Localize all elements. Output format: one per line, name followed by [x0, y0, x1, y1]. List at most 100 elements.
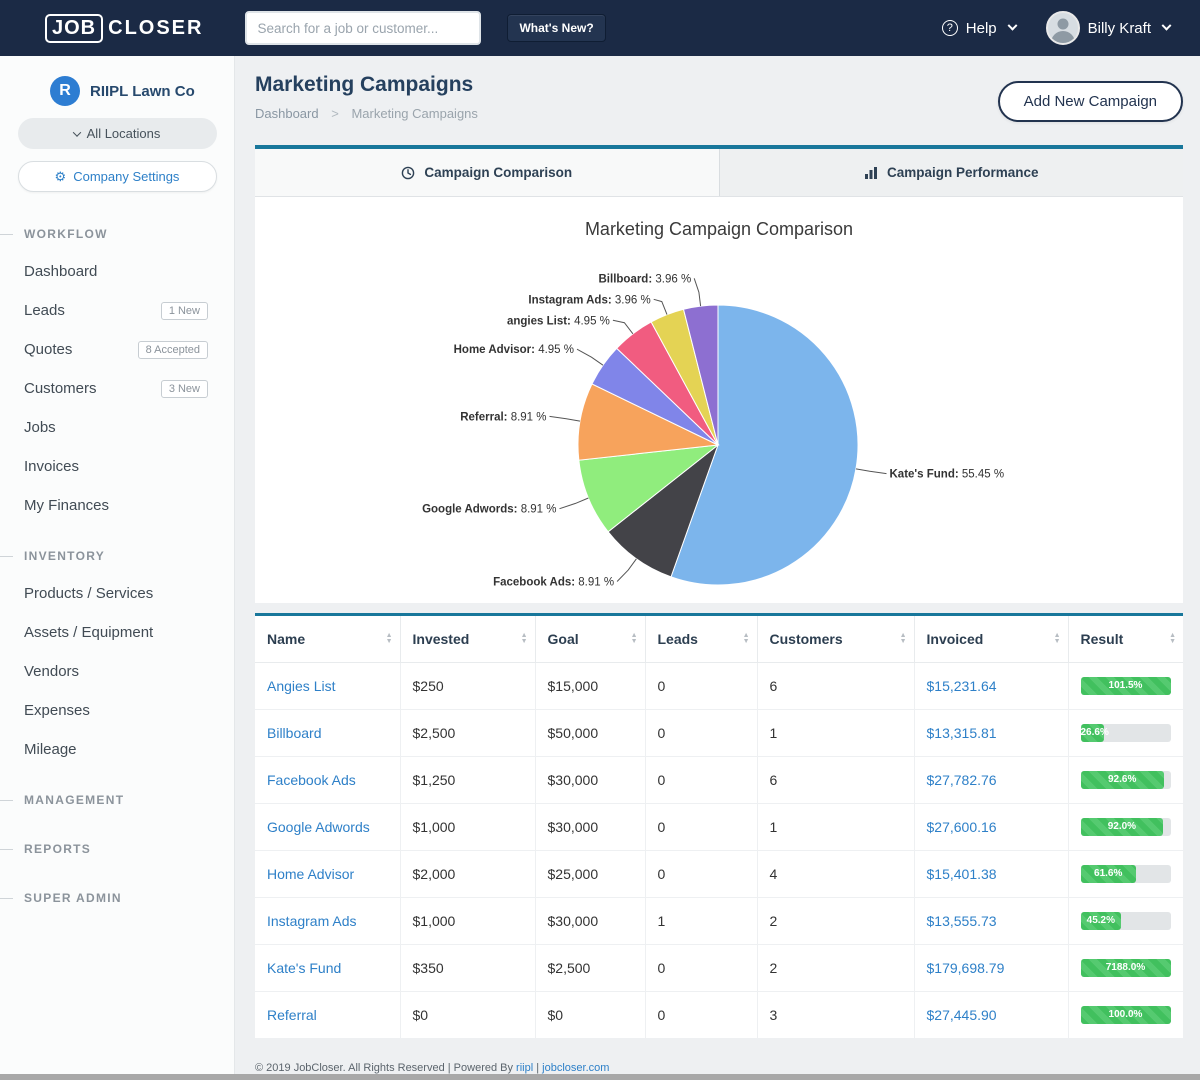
sidebar-section-management[interactable]: MANAGEMENT — [0, 782, 234, 818]
user-menu[interactable]: Billy Kraft — [1046, 11, 1170, 45]
sort-icon[interactable]: ▲▼ — [900, 633, 907, 645]
invoiced-amount-link[interactable]: $13,555.73 — [927, 913, 997, 929]
invoiced-amount-link[interactable]: $15,231.64 — [927, 678, 997, 694]
sidebar-item-vendors[interactable]: Vendors — [0, 652, 234, 691]
cell-result: 61.6% — [1068, 851, 1183, 898]
campaign-table: Name▲▼Invested▲▼Goal▲▼Leads▲▼ Customers ▲▼… — [255, 616, 1183, 1039]
pie-label-connector — [560, 498, 589, 509]
cell-result: 92.0% — [1068, 804, 1183, 851]
cell-name: Google Adwords — [255, 804, 400, 851]
cell-leads: 0 — [645, 710, 757, 757]
campaign-name-link[interactable]: Google Adwords — [267, 819, 370, 835]
column-header-result[interactable]: Result▲▼ — [1068, 616, 1183, 663]
riipl-link[interactable]: riipl — [516, 1062, 533, 1074]
sidebar-item-customers[interactable]: Customers3 New — [0, 369, 234, 408]
invoiced-amount-link[interactable]: $13,315.81 — [927, 725, 997, 741]
result-progress-bar: 61.6% — [1081, 865, 1171, 883]
campaign-name-link[interactable]: Facebook Ads — [267, 772, 356, 788]
cell-name: Angies List — [255, 663, 400, 710]
result-progress-fill: 7188.0% — [1081, 959, 1171, 977]
sidebar-item-products-services[interactable]: Products / Services — [0, 574, 234, 613]
sidebar-item-my-finances[interactable]: My Finances — [0, 486, 234, 525]
sort-icon[interactable]: ▲▼ — [631, 633, 638, 645]
sidebar-item-jobs[interactable]: Jobs — [0, 408, 234, 447]
invoiced-amount-link[interactable]: $27,600.16 — [927, 819, 997, 835]
company-name: RIIPL Lawn Co — [90, 83, 195, 100]
column-header-goal[interactable]: Goal▲▼ — [535, 616, 645, 663]
company-logo: R — [50, 76, 80, 106]
cell-invoiced: $179,698.79 — [914, 945, 1068, 992]
sort-icon[interactable]: ▲▼ — [1169, 633, 1176, 645]
pie-label-facebook-ads: Facebook Ads: 8.91 % — [493, 577, 614, 589]
cell-invoiced: $27,782.76 — [914, 757, 1068, 804]
help-icon: ? — [942, 20, 958, 36]
campaign-name-link[interactable]: Billboard — [267, 725, 321, 741]
company-settings-label: Company Settings — [73, 169, 179, 184]
app-root: JOB CLOSER What's New? ? Help Billy Kraf… — [0, 0, 1200, 1074]
company-settings-button[interactable]: ⚙ Company Settings — [18, 161, 217, 192]
sort-icon[interactable]: ▲▼ — [386, 633, 393, 645]
sort-icon[interactable]: ▲▼ — [1054, 633, 1061, 645]
cell-leads: 0 — [645, 945, 757, 992]
sidebar-section-super-admin[interactable]: SUPER ADMIN — [0, 880, 234, 916]
help-menu[interactable]: ? Help — [942, 20, 1016, 37]
campaign-name-link[interactable]: Instagram Ads — [267, 913, 357, 929]
sidebar-section-reports[interactable]: REPORTS — [0, 831, 234, 867]
chevron-down-icon — [72, 128, 80, 136]
cell-name: Instagram Ads — [255, 898, 400, 945]
sidebar-section-inventory[interactable]: INVENTORY — [0, 538, 234, 574]
whats-new-button[interactable]: What's New? — [507, 14, 605, 42]
tab-campaign-comparison[interactable]: Campaign Comparison — [255, 149, 719, 196]
result-progress-bar: 92.6% — [1081, 771, 1171, 789]
campaign-name-link[interactable]: Referral — [267, 1007, 317, 1023]
sidebar-item-assets-equipment[interactable]: Assets / Equipment — [0, 613, 234, 652]
sidebar-item-invoices[interactable]: Invoices — [0, 447, 234, 486]
campaign-name-link[interactable]: Kate's Fund — [267, 960, 341, 976]
cell-result: 45.2% — [1068, 898, 1183, 945]
column-header-customers[interactable]: Customers ▲▼ — [757, 616, 914, 663]
sidebar-item-mileage[interactable]: Mileage — [0, 730, 234, 769]
sidebar-item-label: Jobs — [24, 419, 56, 436]
cell-invoiced: $13,555.73 — [914, 898, 1068, 945]
invoiced-amount-link[interactable]: $15,401.38 — [927, 866, 997, 882]
breadcrumb-dashboard[interactable]: Dashboard — [255, 106, 319, 121]
logo-closer-text: CLOSER — [108, 17, 203, 40]
cell-invested: $350 — [400, 945, 535, 992]
column-header-invested[interactable]: Invested▲▼ — [400, 616, 535, 663]
add-new-campaign-button[interactable]: Add New Campaign — [998, 81, 1183, 122]
search-input[interactable] — [245, 11, 481, 45]
result-progress-bar: 101.5% — [1081, 677, 1171, 695]
sidebar-item-label: Vendors — [24, 663, 79, 680]
cell-customers: 1 — [757, 804, 914, 851]
column-header-label: Customers — [770, 631, 843, 647]
pie-label-connector — [617, 559, 636, 582]
invoiced-amount-link[interactable]: $27,782.76 — [927, 772, 997, 788]
column-header-leads[interactable]: Leads▲▼ — [645, 616, 757, 663]
chevron-down-icon — [1007, 20, 1017, 30]
sidebar-item-expenses[interactable]: Expenses — [0, 691, 234, 730]
sidebar-item-label: Invoices — [24, 458, 79, 475]
sort-icon[interactable]: ▲▼ — [521, 633, 528, 645]
cell-customers: 6 — [757, 757, 914, 804]
tab-campaign-performance[interactable]: Campaign Performance — [719, 149, 1184, 196]
invoiced-amount-link[interactable]: $179,698.79 — [927, 960, 1005, 976]
cell-leads: 0 — [645, 663, 757, 710]
pie-label-connector — [654, 299, 667, 314]
sort-icon[interactable]: ▲▼ — [743, 633, 750, 645]
sidebar-item-dashboard[interactable]: Dashboard — [0, 252, 234, 291]
footer-separator: | — [533, 1062, 542, 1074]
jobcloser-site-link[interactable]: jobcloser.com — [542, 1062, 609, 1074]
column-header-name[interactable]: Name▲▼ — [255, 616, 400, 663]
campaign-table-card: Name▲▼Invested▲▼Goal▲▼Leads▲▼ Customers ▲▼… — [255, 613, 1183, 1039]
tab-bar: Campaign Comparison Campaign Performance — [255, 149, 1183, 197]
campaign-name-link[interactable]: Home Advisor — [267, 866, 354, 882]
column-header-invoiced[interactable]: Invoiced▲▼ — [914, 616, 1068, 663]
bar-chart-icon — [864, 166, 878, 179]
jobcloser-logo[interactable]: JOB CLOSER — [45, 14, 203, 43]
sidebar-item-leads[interactable]: Leads1 New — [0, 291, 234, 330]
invoiced-amount-link[interactable]: $27,445.90 — [927, 1007, 997, 1023]
campaign-name-link[interactable]: Angies List — [267, 678, 335, 694]
all-locations-dropdown[interactable]: All Locations — [18, 118, 217, 149]
sidebar-section-workflow[interactable]: WORKFLOW — [0, 216, 234, 252]
sidebar-item-quotes[interactable]: Quotes8 Accepted — [0, 330, 234, 369]
